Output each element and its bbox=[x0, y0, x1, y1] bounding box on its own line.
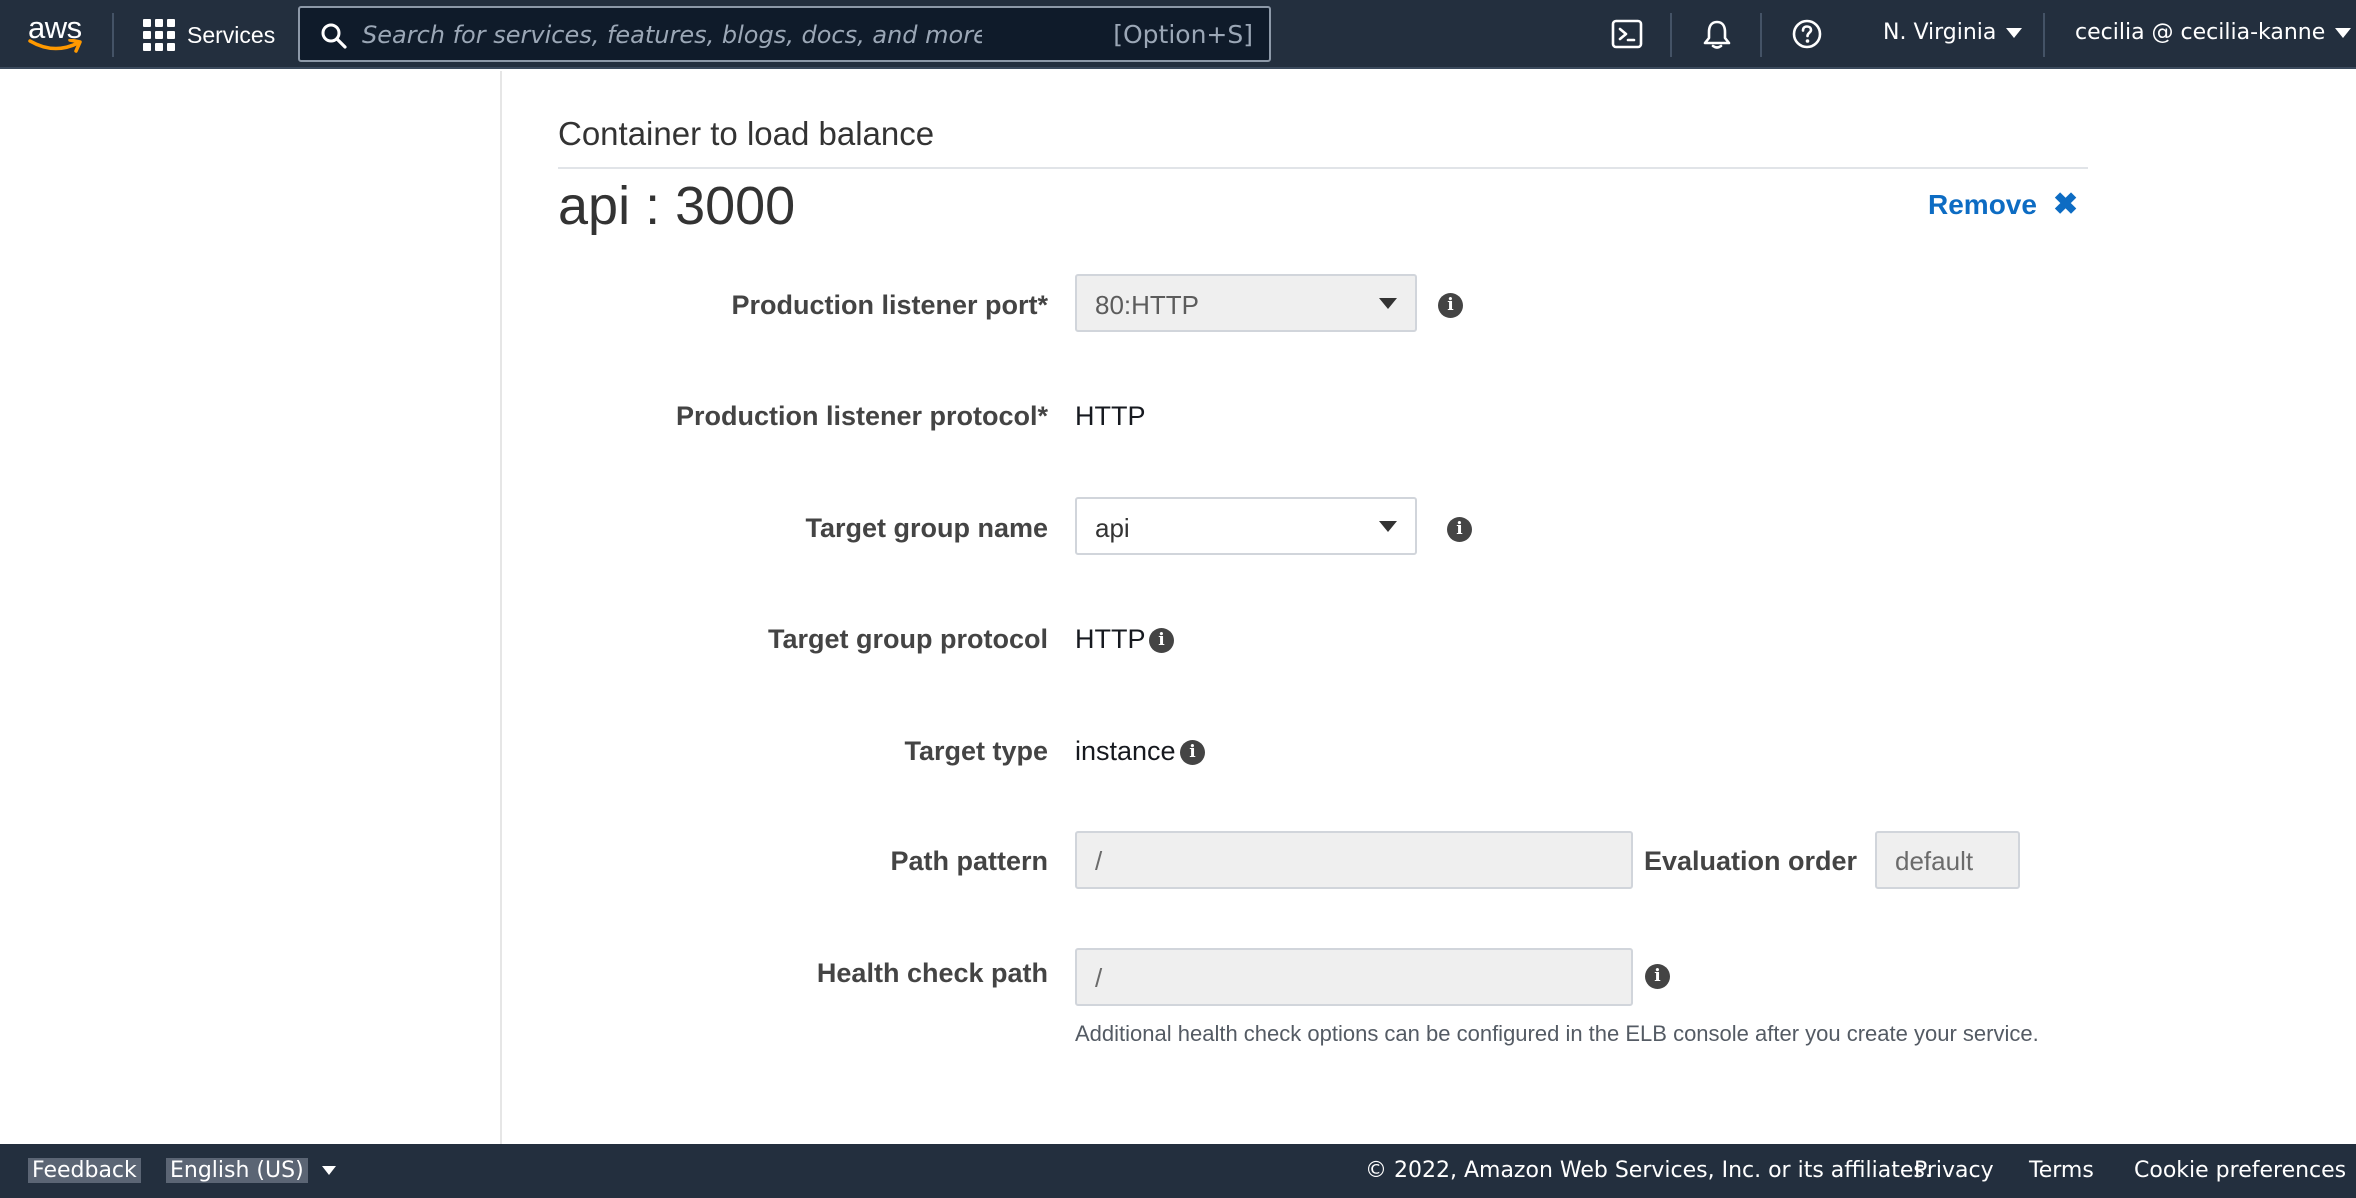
target-group-protocol-value: HTTP bbox=[1075, 624, 1146, 654]
cookie-preferences-link[interactable]: Cookie preferences bbox=[2134, 1158, 2346, 1183]
caret-down-icon bbox=[1379, 298, 1397, 309]
grid-icon bbox=[143, 19, 175, 51]
target-type-value: instance bbox=[1075, 736, 1176, 766]
target-group-protocol-label: Target group protocol bbox=[768, 624, 1048, 654]
help-button[interactable] bbox=[1789, 16, 1825, 52]
services-menu-button[interactable]: Services bbox=[143, 17, 275, 53]
nav-divider bbox=[112, 13, 114, 57]
language-label: English (US) bbox=[166, 1158, 308, 1183]
aws-logo[interactable]: aws bbox=[26, 10, 84, 55]
aws-smile-icon bbox=[28, 39, 82, 53]
health-check-help-text: Additional health check options can be c… bbox=[1075, 1021, 2039, 1046]
path-pattern-field[interactable]: / bbox=[1075, 831, 1633, 889]
container-title: api : 3000 bbox=[558, 176, 796, 236]
language-selector[interactable]: English (US) bbox=[166, 1158, 336, 1183]
caret-down-icon bbox=[2335, 27, 2352, 38]
evaluation-order-label: Evaluation order bbox=[1643, 846, 1857, 876]
feedback-button[interactable]: Feedback bbox=[28, 1158, 141, 1183]
caret-down-icon bbox=[321, 1166, 336, 1175]
region-selector[interactable]: N. Virginia bbox=[1883, 20, 2023, 45]
footer-bar: Feedback English (US) © 2022, Amazon Web… bbox=[0, 1144, 2356, 1198]
search-input[interactable] bbox=[362, 16, 982, 54]
info-icon[interactable]: i bbox=[1180, 740, 1205, 765]
path-pattern-label: Path pattern bbox=[890, 846, 1048, 876]
caret-down-icon bbox=[1379, 521, 1397, 532]
prod-listener-protocol-label: Production listener protocol* bbox=[675, 401, 1048, 431]
info-icon[interactable]: i bbox=[1447, 517, 1472, 542]
target-group-name-label: Target group name bbox=[805, 513, 1048, 543]
prod-listener-port-label: Production listener port* bbox=[731, 290, 1048, 320]
remove-container-button[interactable]: Remove ✖ bbox=[1928, 187, 2078, 222]
section-divider bbox=[558, 167, 2088, 169]
target-group-name-value: api bbox=[1095, 513, 1130, 543]
health-check-path-field[interactable]: / bbox=[1075, 948, 1633, 1006]
nav-divider bbox=[2043, 13, 2045, 57]
search-shortcut-hint: [Option+S] bbox=[1113, 20, 1253, 49]
global-search[interactable]: [Option+S] bbox=[298, 6, 1271, 62]
health-check-path-label: Health check path bbox=[816, 958, 1048, 988]
target-group-name-select[interactable]: api bbox=[1075, 497, 1417, 555]
nav-divider bbox=[1670, 13, 1672, 57]
remove-label: Remove bbox=[1928, 188, 2037, 220]
caret-down-icon bbox=[2006, 27, 2023, 38]
target-type-label: Target type bbox=[904, 736, 1048, 766]
evaluation-order-field[interactable]: default bbox=[1875, 831, 2020, 889]
privacy-link[interactable]: Privacy bbox=[1914, 1158, 1994, 1183]
prod-listener-protocol-value: HTTP bbox=[1075, 401, 1146, 431]
search-icon bbox=[321, 23, 347, 49]
close-icon: ✖ bbox=[2052, 188, 2079, 221]
notifications-button[interactable] bbox=[1699, 16, 1735, 52]
main-content: Container to load balance api : 3000 Rem… bbox=[0, 71, 2356, 1144]
bell-icon bbox=[1703, 20, 1731, 49]
info-icon[interactable]: i bbox=[1149, 628, 1174, 653]
cloudshell-icon bbox=[1611, 19, 1643, 49]
account-label: cecilia @ cecilia-kanne bbox=[2075, 20, 2326, 45]
services-label: Services bbox=[187, 21, 276, 48]
nav-divider bbox=[1760, 13, 1762, 57]
top-navigation-bar: aws Services [Option+S] bbox=[0, 0, 2356, 69]
prod-listener-port-select[interactable]: 80:HTTP bbox=[1075, 274, 1417, 332]
info-icon[interactable]: i bbox=[1645, 964, 1670, 989]
info-icon[interactable]: i bbox=[1438, 293, 1463, 318]
region-label: N. Virginia bbox=[1883, 20, 1997, 45]
terms-link[interactable]: Terms bbox=[2029, 1158, 2094, 1183]
account-menu[interactable]: cecilia @ cecilia-kanne bbox=[2075, 20, 2352, 45]
copyright-text: © 2022, Amazon Web Services, Inc. or its… bbox=[1365, 1158, 1932, 1183]
section-heading: Container to load balance bbox=[558, 115, 935, 152]
help-icon bbox=[1792, 19, 1822, 49]
cloudshell-button[interactable] bbox=[1609, 16, 1645, 52]
prod-listener-port-value: 80:HTTP bbox=[1095, 290, 1200, 320]
